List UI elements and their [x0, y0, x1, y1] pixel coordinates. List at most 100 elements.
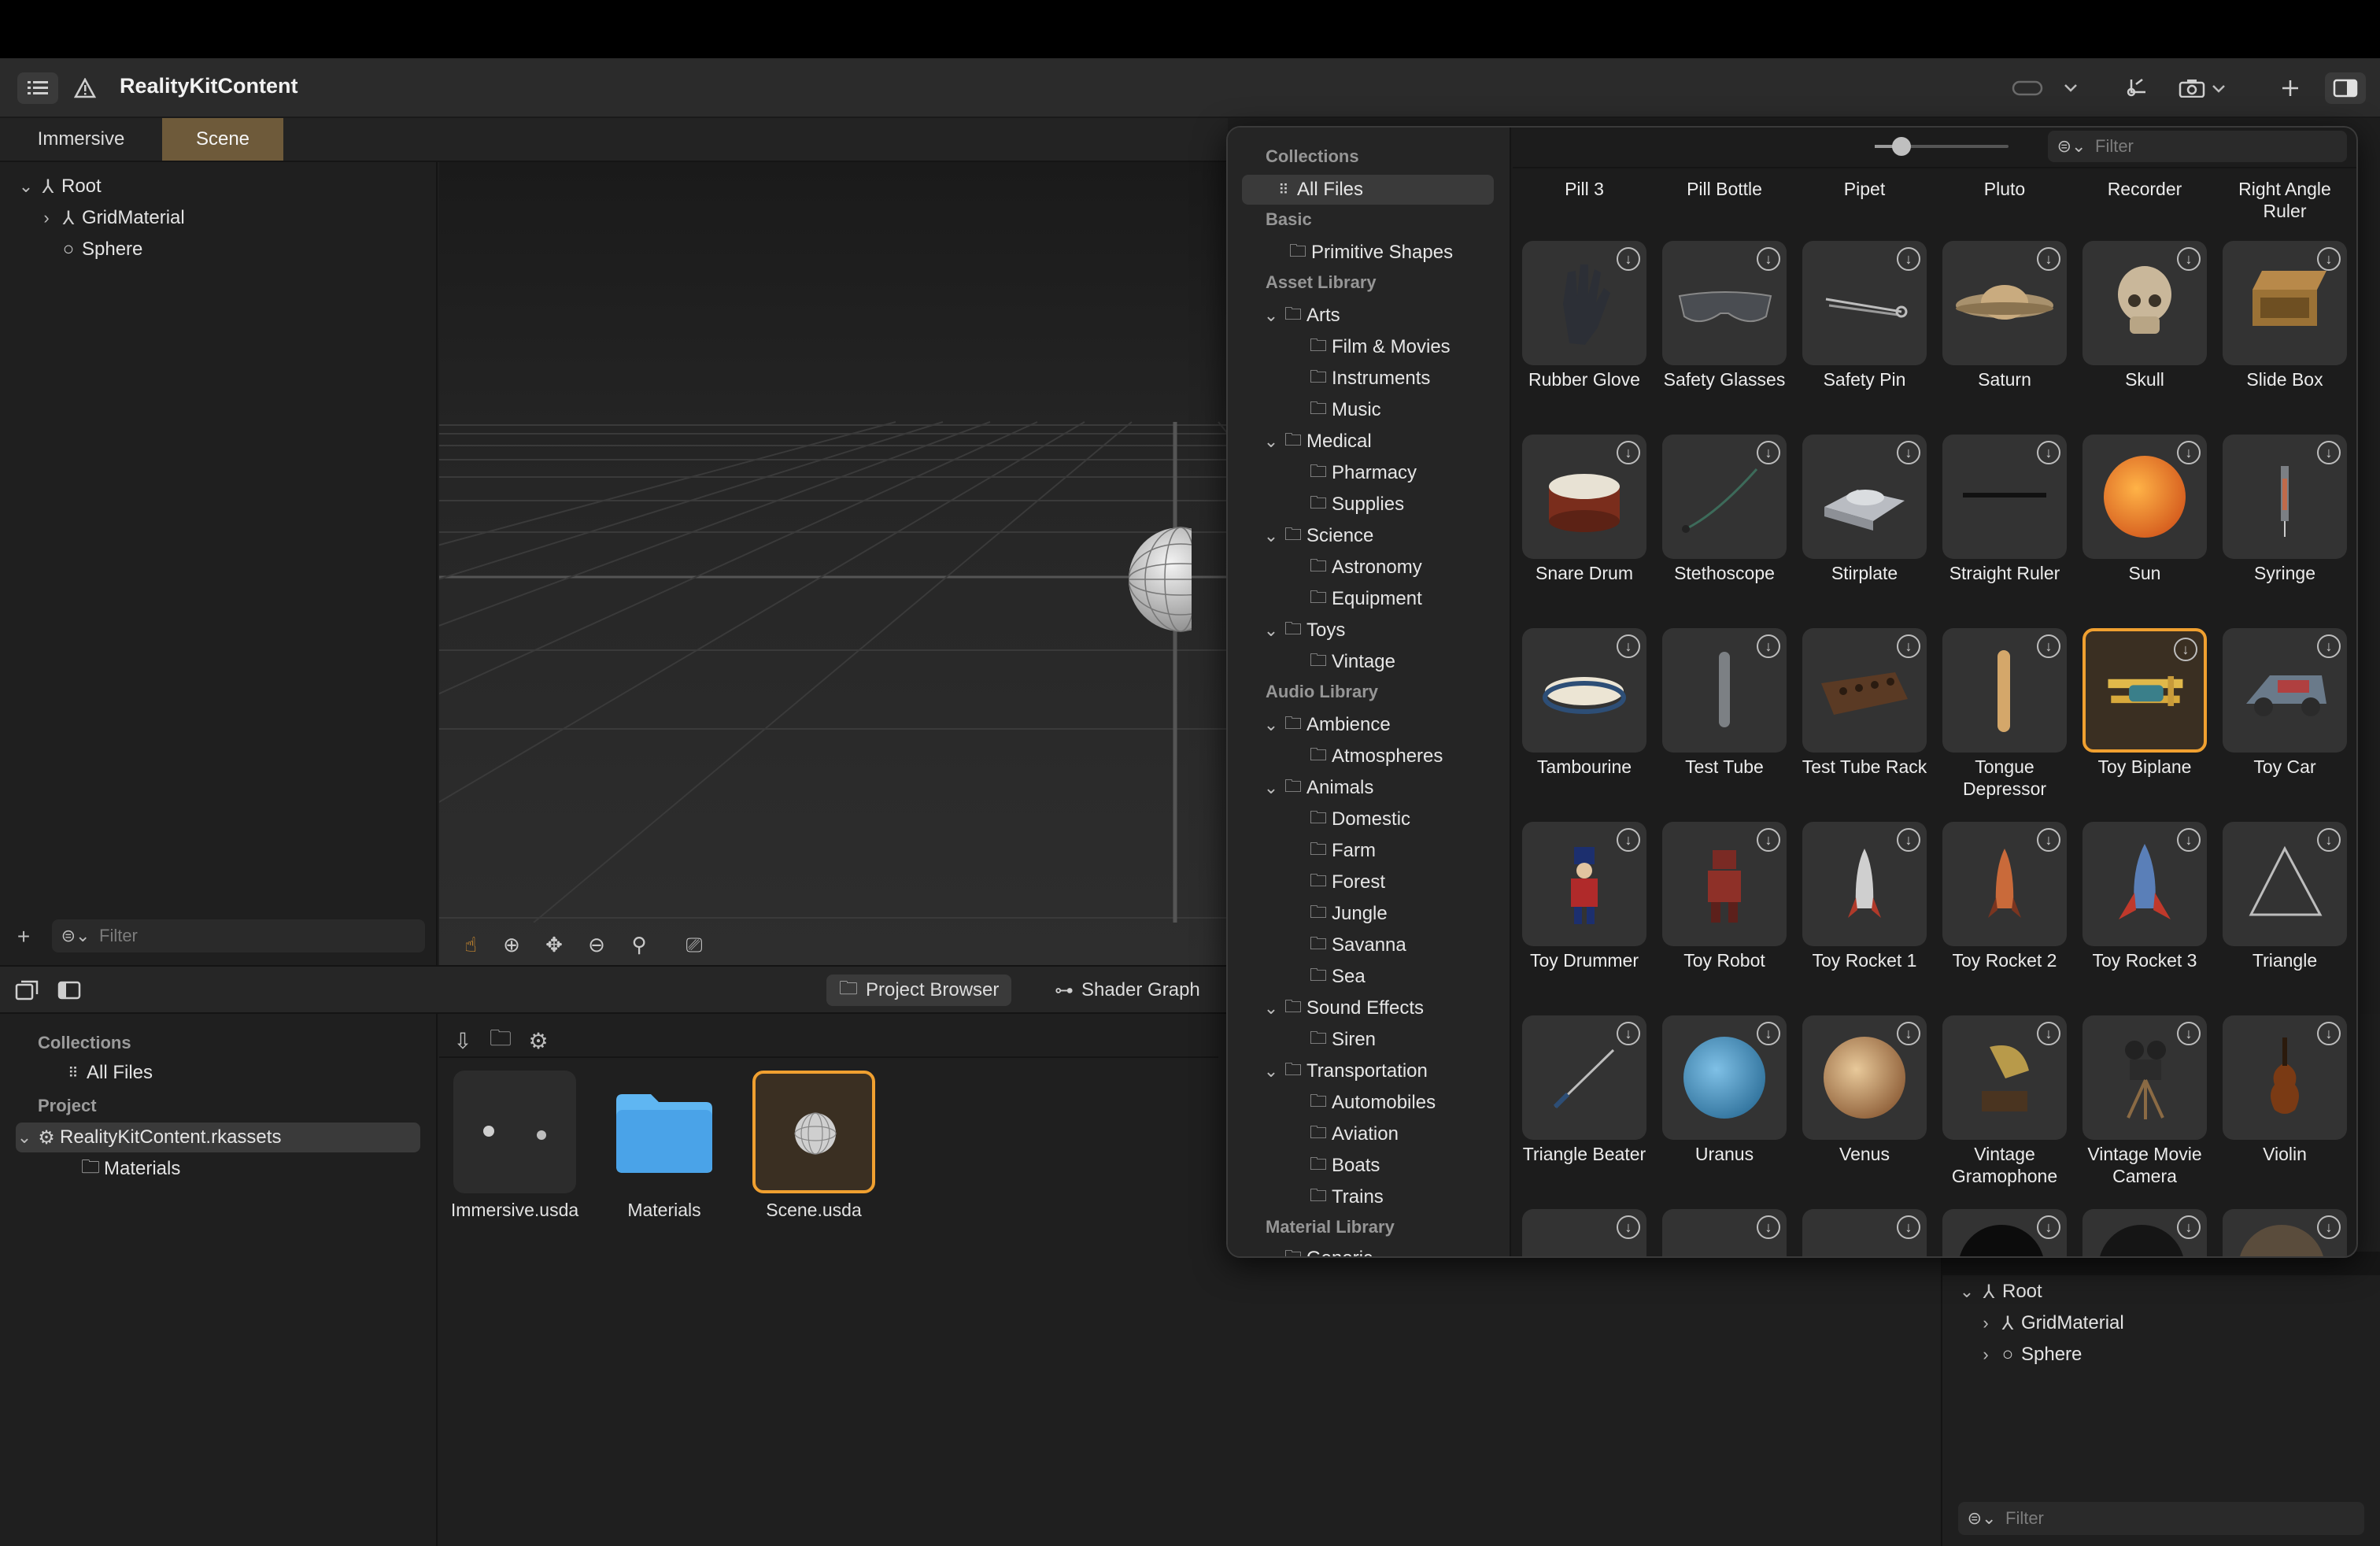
hierarchy-filter-input[interactable]: Filter [99, 926, 138, 946]
inspector-filter[interactable]: ⊜⌄ Filter [1958, 1502, 2364, 1535]
chevron-down-icon[interactable]: ⌄ [1262, 431, 1280, 452]
library-item-arts[interactable]: ⌄ 🗀 Arts [1262, 301, 1340, 331]
library-item-ambience[interactable]: ⌄ 🗀 Ambience [1262, 710, 1391, 740]
thumbnail-size-slider[interactable] [1875, 137, 2009, 156]
library-item-vintage[interactable]: 🗀 Vintage [1305, 647, 1395, 677]
warning-icon[interactable] [65, 72, 105, 104]
library-item-transportation[interactable]: ⌄ 🗀 Transportation [1262, 1056, 1428, 1086]
import-icon[interactable]: ⇩ [447, 1025, 479, 1056]
download-icon[interactable]: ↓ [2037, 441, 2060, 464]
asset-tile-triangle[interactable]: ↓ [2223, 822, 2347, 946]
asset-tile-toy-robot[interactable]: ↓ [1662, 822, 1787, 946]
anchor-transform-icon[interactable] [2117, 72, 2158, 104]
asset-tile-rubber-glove[interactable]: ↓ [1522, 241, 1646, 365]
asset-tile-test-tube-rack[interactable]: ↓ [1802, 628, 1927, 753]
tab-shader-graph[interactable]: ⊶ Shader Graph [1042, 975, 1213, 1006]
chevron-down-icon[interactable]: ⌄ [1262, 998, 1280, 1019]
asset-tile-partial[interactable]: ↓ [1662, 1209, 1787, 1256]
library-item-equipment[interactable]: 🗀 Equipment [1305, 584, 1422, 614]
panel-layout-icon[interactable] [8, 975, 46, 1006]
chevron-down-icon[interactable]: ⌄ [1262, 715, 1280, 735]
chevron-down-icon[interactable]: ⌄ [1262, 305, 1280, 326]
chevron-right-icon[interactable]: › [38, 208, 55, 228]
sidebar-item-all-files[interactable]: ⠿ All Files [60, 1058, 153, 1088]
download-icon[interactable]: ↓ [1617, 1022, 1640, 1045]
library-item-aviation[interactable]: 🗀 Aviation [1305, 1119, 1399, 1149]
library-item-animals[interactable]: ⌄ 🗀 Animals [1262, 773, 1374, 803]
download-icon[interactable]: ↓ [1757, 1022, 1780, 1045]
chevron-down-icon[interactable]: ⌄ [1262, 1061, 1280, 1082]
plus-icon[interactable] [2270, 72, 2311, 104]
chevron-down-icon[interactable]: ⌄ [1262, 620, 1280, 641]
library-item-generic[interactable]: ⌄🗀Generic [1262, 1244, 1373, 1256]
slider-thumb[interactable] [1892, 137, 1911, 156]
camera-mode-icon[interactable]: ⎚ [680, 930, 708, 959]
sidebar-list-icon[interactable] [17, 72, 58, 104]
library-item-atmospheres[interactable]: 🗀 Atmospheres [1305, 742, 1443, 771]
download-icon[interactable]: ↓ [1617, 1215, 1640, 1239]
library-item-astronomy[interactable]: 🗀 Astronomy [1305, 553, 1422, 583]
tree-row-gridmaterial[interactable]: › ⅄ GridMaterial [38, 203, 184, 233]
library-item-science[interactable]: ⌄ 🗀 Science [1262, 521, 1374, 551]
library-item-forest[interactable]: 🗀 Forest [1305, 867, 1385, 897]
orbit-tool-icon[interactable]: ⊕ [497, 930, 526, 959]
library-item-pharmacy[interactable]: 🗀 Pharmacy [1305, 458, 1417, 488]
download-icon[interactable]: ↓ [2317, 1215, 2341, 1239]
new-folder-icon[interactable]: 🗀 [485, 1025, 516, 1056]
download-icon[interactable]: ↓ [1897, 247, 1920, 271]
download-icon[interactable]: ↓ [1757, 634, 1780, 658]
asset-tile-tongue-depressor[interactable]: ↓ [1942, 628, 2067, 753]
asset-tile-toy-drummer[interactable]: ↓ [1522, 822, 1646, 946]
library-item-film-movies[interactable]: 🗀 Film & Movies [1305, 332, 1451, 362]
library-filter[interactable]: ⊜⌄ Filter [2048, 131, 2347, 162]
chevron-down-icon[interactable]: ⌄ [1262, 1248, 1280, 1256]
headset-icon[interactable] [2007, 72, 2048, 104]
download-icon[interactable]: ↓ [1757, 1215, 1780, 1239]
inspector-toggle-icon[interactable] [2325, 72, 2366, 104]
library-item-music[interactable]: 🗀 Music [1305, 395, 1381, 425]
sidebar-item-rkassets[interactable]: ⌄ ⚙ RealityKitContent.rkassets [16, 1123, 420, 1152]
chevron-right-icon[interactable]: › [1977, 1313, 1994, 1333]
download-icon[interactable]: ↓ [2317, 441, 2341, 464]
asset-tile-vintage-movie-camera[interactable]: ↓ [2082, 1015, 2207, 1140]
download-icon[interactable]: ↓ [2317, 634, 2341, 658]
asset-tile-vintage-gramophone[interactable]: ↓ [1942, 1015, 2067, 1140]
library-item-primitive-shapes[interactable]: 🗀 Primitive Shapes [1284, 238, 1453, 268]
library-item-all-files[interactable]: ⠿ All Files [1242, 175, 1494, 205]
download-icon[interactable]: ↓ [1897, 441, 1920, 464]
asset-tile-safety-glasses[interactable]: ↓ [1662, 241, 1787, 365]
zoom-tool-icon[interactable]: ⚲ [625, 930, 653, 959]
chevron-down-icon[interactable]: ⌄ [16, 1127, 33, 1148]
download-icon[interactable]: ↓ [2177, 247, 2201, 271]
asset-tile-partial[interactable]: ↓ [2082, 1209, 2207, 1256]
file-tile-scene[interactable] [752, 1071, 875, 1193]
move-tool-icon[interactable]: ✥ [540, 930, 568, 959]
download-icon[interactable]: ↓ [2177, 828, 2201, 852]
library-item-domestic[interactable]: 🗀 Domestic [1305, 804, 1410, 834]
filter-icon[interactable]: ⊜⌄ [1958, 1508, 2005, 1529]
download-icon[interactable]: ↓ [1617, 828, 1640, 852]
asset-tile-toy-rocket-1[interactable]: ↓ [1802, 822, 1927, 946]
chevron-down-icon[interactable]: ⌄ [1262, 526, 1280, 546]
asset-tile-partial[interactable]: ↓ [2223, 1209, 2347, 1256]
download-icon[interactable]: ↓ [1617, 247, 1640, 271]
rotate-tool-icon[interactable]: ⊖ [582, 930, 611, 959]
inspector-filter-input[interactable]: Filter [2005, 1508, 2044, 1529]
tab-immersive[interactable]: Immersive [0, 118, 162, 161]
file-tile-immersive[interactable] [453, 1071, 576, 1193]
library-item-medical[interactable]: ⌄ 🗀 Medical [1262, 427, 1372, 457]
file-tile-materials[interactable] [603, 1071, 726, 1193]
asset-tile-toy-rocket-3[interactable]: ↓ [2082, 822, 2207, 946]
tree-row-root[interactable]: ⌄ ⅄ Root [17, 172, 102, 202]
asset-tile-partial[interactable]: ↓ [1942, 1209, 2067, 1256]
asset-tile-toy-rocket-2[interactable]: ↓ [1942, 822, 2067, 946]
asset-tile-skull[interactable]: ↓ [2082, 241, 2207, 365]
download-icon[interactable]: ↓ [2037, 1022, 2060, 1045]
asset-tile-snare-drum[interactable]: ↓ [1522, 435, 1646, 559]
library-item-sound-effects[interactable]: ⌄ 🗀 Sound Effects [1262, 993, 1424, 1023]
download-icon[interactable]: ↓ [2317, 1022, 2341, 1045]
download-icon[interactable]: ↓ [1757, 247, 1780, 271]
asset-tile-violin[interactable]: ↓ [2223, 1015, 2347, 1140]
sphere-entity[interactable] [1129, 524, 1192, 634]
download-icon[interactable]: ↓ [2174, 638, 2197, 661]
